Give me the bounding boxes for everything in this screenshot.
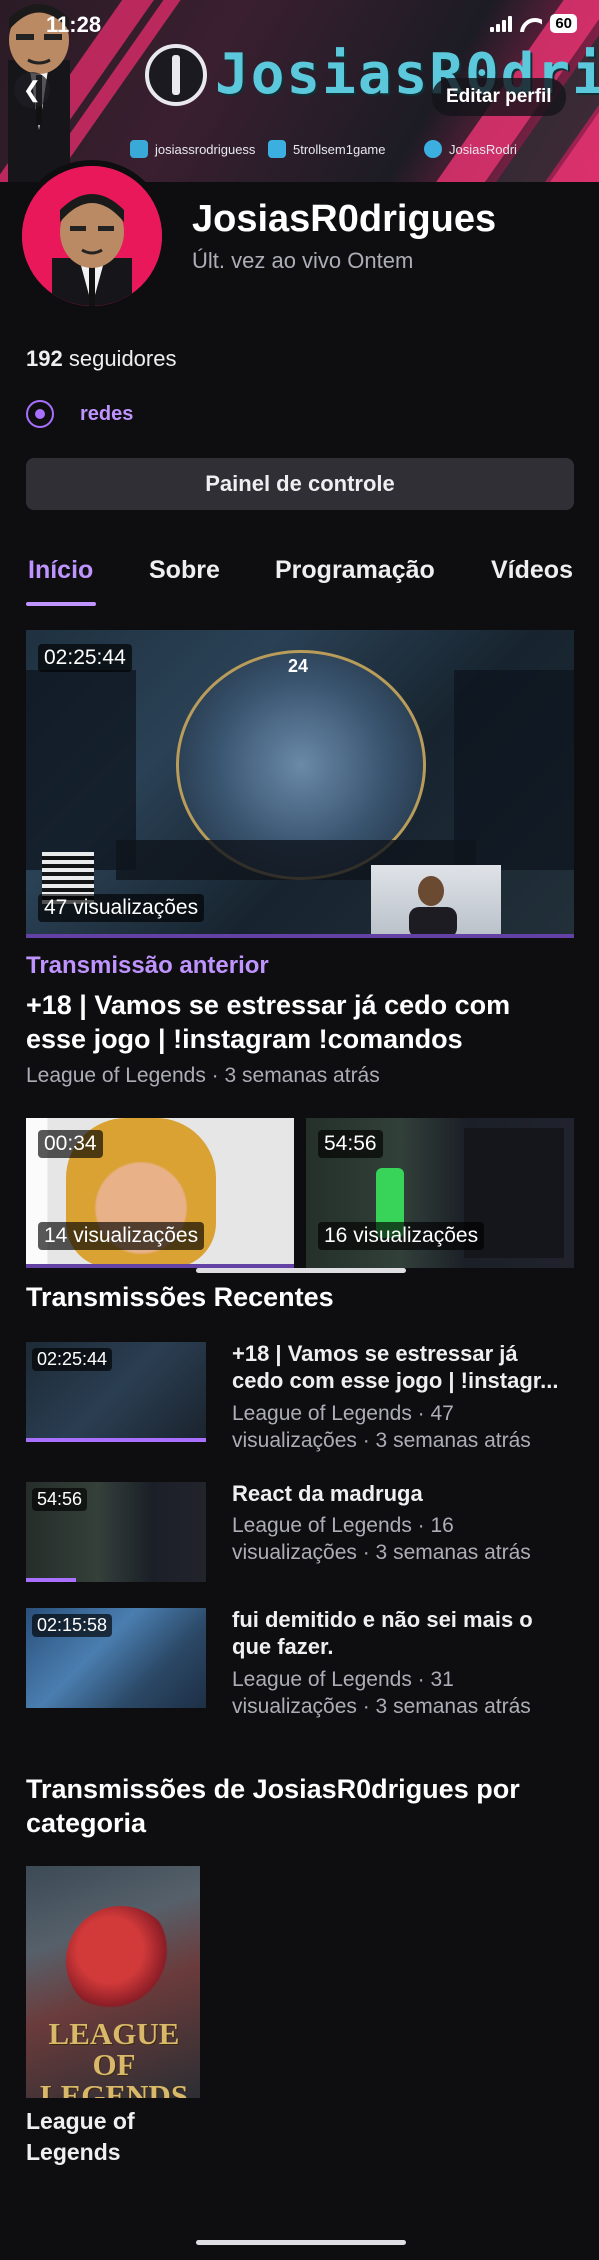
social-youtube: 5trollsem1game	[268, 140, 386, 158]
list-item-thumbnail[interactable]: 02:15:58	[26, 1608, 206, 1708]
featured-video-title[interactable]: +18 | Vamos se estressar já cedo com ess…	[26, 988, 574, 1056]
duration-badge: 02:25:44	[38, 644, 132, 672]
video-thumbnail[interactable]: 00:34 14 visualizações	[26, 1118, 294, 1268]
featured-video-thumbnail[interactable]: 24 02:25:44 47 visualizações	[26, 630, 574, 938]
banner-logo-icon	[145, 44, 207, 106]
list-item-title[interactable]: fui demitido e não sei mais o que fazer.	[232, 1606, 572, 1660]
back-button[interactable]: ❮	[14, 72, 50, 108]
social-twitter: JosiasRodri	[424, 140, 517, 158]
battery-icon: 60	[550, 14, 577, 33]
youtube-icon	[268, 140, 286, 158]
edit-profile-button[interactable]: Editar perfil	[432, 78, 566, 116]
watch-progress-bar	[26, 934, 574, 938]
views-badge: 16 visualizações	[318, 1222, 485, 1250]
twitter-icon	[424, 140, 442, 158]
list-item-meta: League of Legends · 47 visualizações · 3…	[232, 1402, 531, 1452]
category-box-art[interactable]: LEAGUE OF LEGENDS	[26, 1866, 200, 2098]
followers-count[interactable]: 192 seguidores	[26, 346, 176, 372]
avatar-image	[22, 166, 162, 306]
duration-badge: 00:34	[38, 1130, 103, 1158]
list-item-meta: League of Legends · 16 visualizações · 3…	[232, 1514, 531, 1564]
followers-number: 192	[26, 346, 63, 371]
duration-badge: 54:56	[32, 1488, 88, 1511]
webcam-overlay	[371, 865, 501, 938]
duration-badge: 54:56	[318, 1130, 383, 1158]
carousel-scroll-indicator	[196, 1268, 406, 1273]
category-logo-text: LEAGUE OF LEGENDS	[39, 2016, 189, 2098]
list-item-title[interactable]: React da madruga	[232, 1480, 572, 1507]
category-art-image	[66, 1906, 176, 2016]
views-badge: 14 visualizações	[38, 1222, 205, 1250]
active-tab-indicator	[26, 602, 96, 606]
team-icon	[26, 400, 54, 428]
featured-video-meta: League of Legends · 3 semanas atrás	[26, 1064, 380, 1087]
tab-inicio[interactable]: Início	[28, 556, 93, 585]
chevron-left-icon: ❮	[22, 77, 42, 102]
list-item-thumbnail[interactable]: 02:25:44	[26, 1342, 206, 1442]
categories-heading: Transmissões de JosiasR0drigues por cate…	[26, 1774, 520, 1838]
wifi-icon	[520, 16, 542, 32]
tab-programacao[interactable]: Programação	[275, 556, 435, 585]
followers-label: seguidores	[68, 346, 177, 371]
views-badge: 47 visualizações	[38, 894, 205, 922]
home-indicator	[196, 2240, 406, 2245]
game-score: 24	[288, 656, 309, 676]
profile-tabs: Início Sobre Programação Vídeos	[26, 550, 599, 606]
category-name[interactable]: League of Legends	[26, 2106, 226, 2168]
tab-videos[interactable]: Vídeos	[491, 556, 573, 585]
instagram-icon	[130, 140, 148, 158]
duration-badge: 02:25:44	[32, 1348, 113, 1371]
avatar[interactable]	[16, 160, 168, 312]
list-item-meta: League of Legends · 31 visualizações · 3…	[232, 1668, 531, 1718]
watch-progress-bar	[26, 1578, 76, 1582]
status-time: 11:28	[46, 12, 102, 37]
social-label: 5trollsem1game	[293, 141, 386, 157]
social-label: JosiasRodri	[449, 141, 517, 157]
watch-progress-bar	[26, 1438, 206, 1442]
signal-icon	[490, 15, 513, 32]
social-label: josiassrodriguess	[155, 141, 256, 157]
team-link[interactable]: redes	[80, 403, 133, 426]
duration-badge: 02:15:58	[32, 1614, 113, 1637]
list-item-thumbnail[interactable]: 54:56	[26, 1482, 206, 1582]
status-icons: 60	[490, 14, 577, 33]
list-item-title[interactable]: +18 | Vamos se estressar já cedo com ess…	[232, 1340, 572, 1394]
tab-sobre[interactable]: Sobre	[149, 556, 220, 585]
recent-streams-heading: Transmissões Recentes	[26, 1282, 334, 1312]
last-live-text: Últ. vez ao vivo Ontem	[192, 248, 414, 273]
channel-name: JosiasR0drigues	[192, 198, 497, 240]
social-instagram: josiassrodriguess	[130, 140, 255, 158]
section-label: Transmissão anterior	[26, 952, 269, 979]
video-thumbnail[interactable]: 54:56 16 visualizações	[306, 1118, 574, 1268]
dashboard-button[interactable]: Painel de controle	[26, 458, 574, 510]
